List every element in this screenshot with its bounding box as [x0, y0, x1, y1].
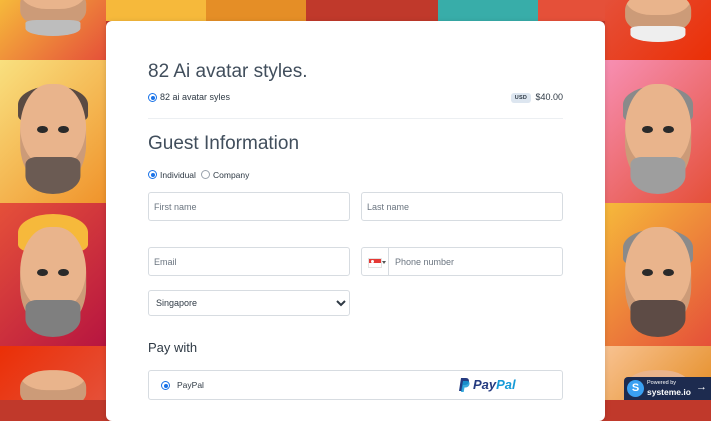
avatar-image	[605, 0, 711, 60]
phone-country-selector[interactable]	[362, 248, 389, 275]
last-name-input[interactable]	[362, 193, 562, 220]
avatar-image	[0, 0, 106, 60]
paypal-logo: PayPal	[458, 377, 534, 393]
product-option-label: 82 ai avatar syles	[160, 92, 231, 102]
customer-type-group: Individual Company	[148, 169, 348, 181]
individual-label[interactable]: Individual	[160, 170, 196, 180]
avatar-image	[0, 346, 106, 400]
product-radio[interactable]	[148, 93, 157, 102]
guest-information-title: Guest Information	[148, 133, 300, 154]
avatar-image	[0, 60, 106, 203]
first-name-field[interactable]	[148, 192, 350, 221]
first-name-input[interactable]	[149, 193, 349, 220]
product-option[interactable]: 82 ai avatar syles USD $40.00	[148, 91, 563, 107]
last-name-field[interactable]	[361, 192, 563, 221]
section-divider	[148, 118, 563, 119]
powered-by-badge[interactable]: S Powered by systeme.io →	[624, 377, 711, 400]
company-label[interactable]: Company	[213, 170, 249, 180]
singapore-flag-icon	[368, 258, 382, 268]
paypal-label: PayPal	[177, 380, 204, 390]
currency-badge: USD	[510, 93, 531, 103]
brand-name: systeme.io	[647, 387, 691, 397]
product-title: 82 Ai avatar styles.	[148, 61, 308, 82]
paypal-icon	[459, 378, 470, 392]
paypal-wordmark: PayPal	[473, 377, 516, 392]
avatar-image	[106, 0, 206, 21]
checkout-card: 82 Ai avatar styles. 82 ai avatar syles …	[106, 21, 605, 421]
country-select[interactable]: Singapore	[149, 291, 349, 315]
avatar-image	[206, 0, 306, 21]
avatar-image	[538, 0, 605, 21]
country-field[interactable]: Singapore	[148, 290, 350, 316]
avatar-image	[438, 0, 538, 21]
product-price: $40.00	[535, 92, 563, 102]
arrow-right-icon: →	[696, 381, 707, 393]
chevron-down-icon	[382, 261, 386, 264]
pay-with-title: Pay with	[148, 340, 198, 355]
avatar-image	[605, 60, 711, 203]
avatar-image	[306, 0, 438, 21]
phone-field[interactable]	[361, 247, 563, 276]
avatar-image	[605, 203, 711, 346]
systeme-logo-icon: S	[627, 380, 644, 397]
email-input[interactable]	[149, 248, 349, 275]
powered-by-label: Powered by	[647, 380, 677, 386]
email-field[interactable]	[148, 247, 350, 276]
paypal-radio[interactable]	[161, 381, 170, 390]
individual-radio[interactable]	[148, 170, 157, 179]
company-radio[interactable]	[201, 170, 210, 179]
avatar-image	[0, 203, 106, 346]
phone-input[interactable]	[390, 248, 562, 275]
paypal-option[interactable]: PayPal PayPal	[148, 370, 563, 400]
